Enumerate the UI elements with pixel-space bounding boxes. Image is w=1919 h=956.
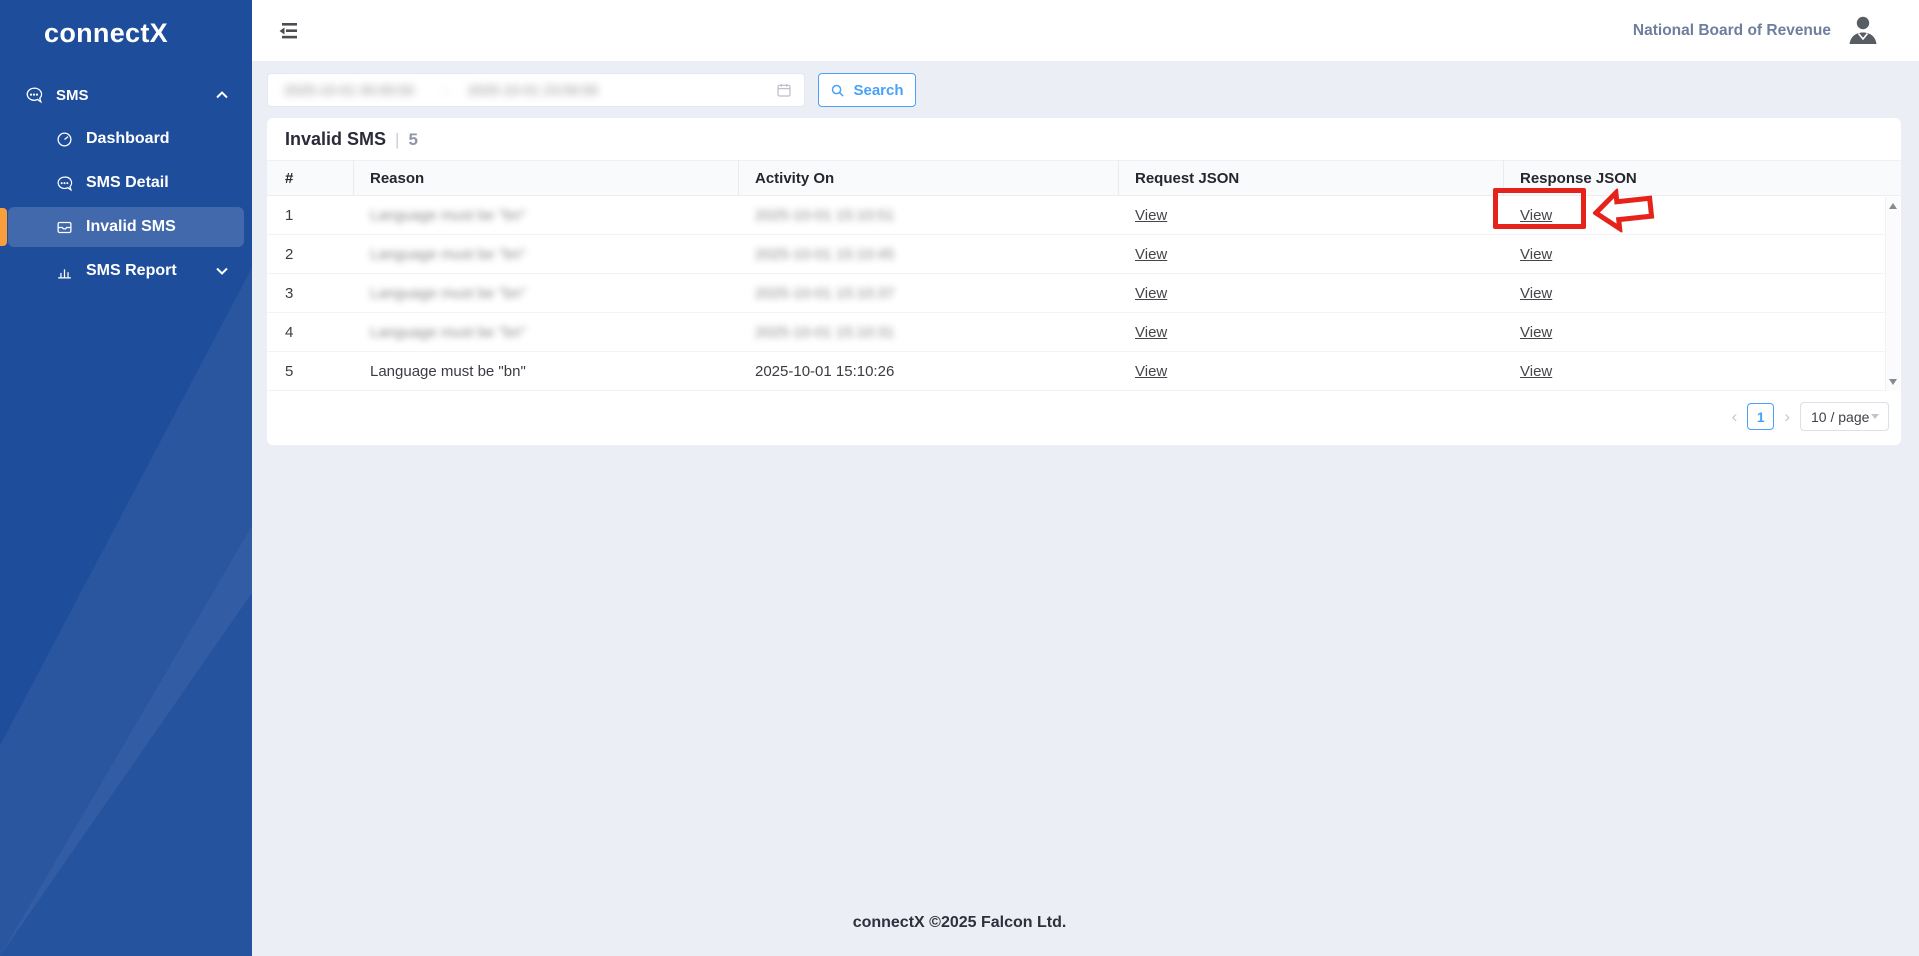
response-json-view-link[interactable]: View (1520, 324, 1552, 341)
search-button-label: Search (853, 82, 903, 99)
org-name: National Board of Revenue (1633, 22, 1831, 40)
table-row: 1 Language must be "bn" 2025-10-01 15:10… (267, 196, 1885, 235)
cell-activity: 2025-10-01 15:10:26 (739, 363, 1119, 380)
menu-fold-icon[interactable] (278, 22, 298, 40)
chevron-down-icon (216, 267, 228, 275)
cell-activity-blurred: 2025-10-01 15:10:31 (755, 324, 894, 341)
table-row: 5 Language must be "bn" 2025-10-01 15:10… (267, 352, 1885, 391)
cell-sl: 1 (267, 207, 354, 224)
topbar-right: National Board of Revenue (1633, 13, 1881, 49)
column-header-response: Response JSON (1504, 160, 1901, 196)
sidebar-item-sms-report[interactable]: SMS Report (8, 251, 244, 291)
cell-reason-blurred: Language must be "bn" (370, 246, 526, 263)
cell-activity-blurred: 2025-10-01 15:10:51 (755, 207, 894, 224)
table-row: 3 Language must be "bn" 2025-10-01 15:10… (267, 274, 1885, 313)
bar-chart-icon (54, 263, 74, 280)
cell-reason: Language must be "bn" (354, 363, 739, 380)
search-icon (830, 83, 845, 98)
table-row: 4 Language must be "bn" 2025-10-01 15:10… (267, 313, 1885, 352)
chevron-up-icon (216, 91, 228, 99)
scroll-up-arrow-icon[interactable] (1889, 203, 1897, 209)
page-number-button[interactable]: 1 (1747, 403, 1774, 430)
sidebar-item-sms[interactable]: SMS (8, 75, 244, 115)
pagination: ‹ 1 › 10 / page (1732, 402, 1889, 431)
title-divider: | (395, 130, 399, 150)
range-separator: – (442, 82, 450, 98)
cell-reason-blurred: Language must be "bn" (370, 285, 526, 302)
cell-sl: 3 (267, 285, 354, 302)
active-indicator-bar (0, 208, 7, 246)
next-page-button[interactable]: › (1784, 408, 1790, 425)
column-header-reason: Reason (354, 160, 739, 196)
date-range-input[interactable]: 2025-10-01 00:00:00 – 2025-10-01 23:59:5… (267, 73, 805, 107)
cell-sl: 5 (267, 363, 354, 380)
chevron-down-icon (1871, 414, 1879, 419)
page-size-value: 10 / page (1811, 409, 1869, 425)
sidebar-item-label: SMS (56, 87, 89, 104)
search-button[interactable]: Search (818, 73, 916, 107)
sidebar-item-label: SMS Detail (86, 174, 169, 192)
cell-sl: 2 (267, 246, 354, 263)
response-json-view-link[interactable]: View (1520, 207, 1552, 224)
main-content: 2025-10-01 00:00:00 – 2025-10-01 23:59:5… (252, 62, 1919, 956)
request-json-view-link[interactable]: View (1135, 324, 1167, 341)
page-title: Invalid SMS (285, 129, 386, 150)
page-size-select[interactable]: 10 / page (1800, 402, 1889, 431)
table-body: 1 Language must be "bn" 2025-10-01 15:10… (267, 196, 1885, 391)
cell-reason-blurred: Language must be "bn" (370, 324, 526, 341)
card-title: Invalid SMS | 5 (267, 118, 1901, 150)
sidebar-item-label: Dashboard (86, 130, 170, 148)
response-json-view-link[interactable]: View (1520, 246, 1552, 263)
table-header-row: # Reason Activity On Request JSON Respon… (267, 160, 1901, 196)
user-avatar[interactable] (1845, 13, 1881, 49)
request-json-view-link[interactable]: View (1135, 363, 1167, 380)
response-json-view-link[interactable]: View (1520, 363, 1552, 380)
calendar-icon (776, 82, 792, 98)
sidebar-menu: SMS Dashboard SMS Detail (0, 75, 252, 291)
cell-activity-blurred: 2025-10-01 15:10:45 (755, 246, 894, 263)
sidebar: connectX SMS Dashboard (0, 0, 252, 956)
column-header-sl: # (267, 160, 354, 196)
record-count: 5 (408, 130, 417, 150)
cell-sl: 4 (267, 324, 354, 341)
invalid-mail-icon (54, 219, 74, 236)
app-window: connectX SMS Dashboard (0, 0, 1919, 956)
sidebar-item-invalid-sms[interactable]: Invalid SMS (8, 207, 244, 247)
request-json-view-link[interactable]: View (1135, 207, 1167, 224)
topbar: National Board of Revenue (252, 0, 1919, 62)
request-json-view-link[interactable]: View (1135, 285, 1167, 302)
cell-activity-blurred: 2025-10-01 15:10:37 (755, 285, 894, 302)
sidebar-item-label: Invalid SMS (86, 218, 176, 236)
cell-reason-blurred: Language must be "bn" (370, 207, 526, 224)
invalid-sms-card: Invalid SMS | 5 # Reason Activity On Req… (267, 118, 1901, 445)
footer-text: connectX ©2025 Falcon Ltd. (0, 914, 1919, 932)
table-scrollbar[interactable] (1885, 197, 1900, 391)
sms-bubble-icon (54, 175, 74, 192)
date-from-value: 2025-10-01 00:00:00 (284, 82, 414, 98)
scroll-down-arrow-icon[interactable] (1889, 379, 1897, 385)
date-to-value: 2025-10-01 23:59:59 (468, 82, 598, 98)
app-logo: connectX (0, 0, 252, 49)
table-row: 2 Language must be "bn" 2025-10-01 15:10… (267, 235, 1885, 274)
column-header-activity: Activity On (739, 160, 1119, 196)
sidebar-item-dashboard[interactable]: Dashboard (8, 119, 244, 159)
response-json-view-link[interactable]: View (1520, 285, 1552, 302)
sidebar-item-label: SMS Report (86, 262, 177, 280)
column-header-request: Request JSON (1119, 160, 1504, 196)
prev-page-button[interactable]: ‹ (1732, 408, 1738, 425)
request-json-view-link[interactable]: View (1135, 246, 1167, 263)
sidebar-item-sms-detail[interactable]: SMS Detail (8, 163, 244, 203)
dashboard-icon (54, 131, 74, 148)
chat-icon (24, 86, 44, 104)
